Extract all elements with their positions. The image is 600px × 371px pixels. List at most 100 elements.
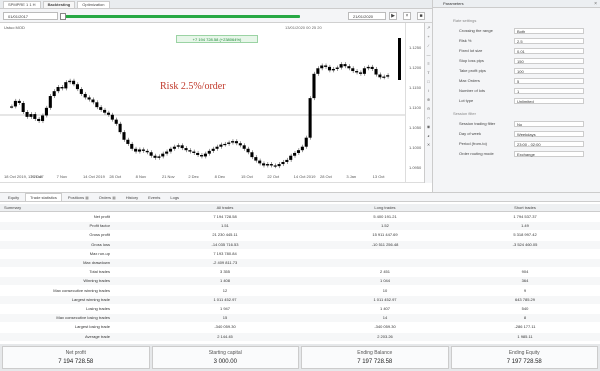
column-header[interactable]: Short trades xyxy=(480,204,570,212)
table-cell: 15 911 447.69 xyxy=(372,232,398,238)
table-row: Winning trades 1 408 1 044 364 xyxy=(0,277,600,286)
table-cell: Largest winning trade xyxy=(71,296,110,302)
summary-card-label: Starting capital xyxy=(208,350,242,356)
tab-backtesting[interactable]: Backtesting xyxy=(42,0,76,8)
table-row: Net profit 7 194 728.58 5 400 191.21 1 794 … xyxy=(0,213,600,221)
candle xyxy=(231,141,235,143)
param-value-field[interactable]: 150 xyxy=(514,58,584,64)
column-header[interactable]: Summary xyxy=(4,204,21,212)
table-row: Max run-up 7 193 780.84 xyxy=(0,249,600,258)
report-tab[interactable]: Equity xyxy=(4,194,23,201)
candle xyxy=(281,161,285,165)
table-cell: 15 xyxy=(222,315,228,321)
end-date-field[interactable]: 21/01/2020 xyxy=(348,12,386,20)
param-label: Day of week xyxy=(459,131,482,136)
time-tick-label: 3 Jan xyxy=(346,174,357,179)
price-tick-label: 1.1000 xyxy=(409,145,422,150)
stop-icon[interactable]: ■ xyxy=(417,12,425,20)
candle xyxy=(161,153,165,157)
report-tab[interactable]: Events xyxy=(144,194,164,201)
candle xyxy=(223,143,227,146)
report-tab[interactable]: Trade statistics xyxy=(25,192,62,202)
trash-icon[interactable]: ✕ xyxy=(425,142,432,149)
report-tab[interactable]: History xyxy=(122,194,142,201)
table-cell: Gross profit xyxy=(89,232,110,238)
close-icon[interactable]: × xyxy=(594,1,597,7)
price-tick-label: 1.1150 xyxy=(409,85,421,90)
crosshair-icon[interactable]: + xyxy=(425,34,432,41)
table-row: Losing trades 1 947 1 407 540 xyxy=(0,305,600,313)
magnet-icon[interactable]: ∩ xyxy=(425,115,432,122)
candle xyxy=(308,98,312,138)
report-tab[interactable]: Positions 0 xyxy=(64,194,93,201)
candle xyxy=(242,145,246,149)
candle xyxy=(293,152,297,156)
close-icon[interactable]: × xyxy=(403,12,411,20)
candle xyxy=(99,107,103,110)
summary-card-label: Net profit xyxy=(65,350,86,356)
measure-tool-icon[interactable]: ↕ xyxy=(425,88,432,95)
candle xyxy=(335,67,339,69)
report-tab[interactable]: Orders 0 xyxy=(95,194,120,201)
param-value-field[interactable]: 23:00 - 02:00 xyxy=(514,141,584,147)
param-value-field[interactable]: 2.5 xyxy=(514,38,584,44)
candle xyxy=(180,145,184,149)
param-value-field[interactable]: 5 xyxy=(514,78,584,84)
candle xyxy=(250,152,254,158)
param-value-field[interactable]: No xyxy=(514,121,584,127)
param-row: Session trading filter No xyxy=(459,120,589,128)
param-value-field[interactable]: Exchange xyxy=(514,151,584,157)
column-header[interactable]: All trades xyxy=(180,204,270,212)
param-value-field[interactable]: Weekdays xyxy=(514,131,584,137)
table-cell: -340 059.30 xyxy=(214,324,236,330)
play-icon[interactable]: ▶ xyxy=(389,12,397,20)
table-cell: 21 230 445.11 xyxy=(212,232,238,238)
price-chart[interactable] xyxy=(0,23,424,183)
candle xyxy=(265,164,269,166)
zoom-out-icon[interactable]: ⊖ xyxy=(425,106,432,113)
text-tool-icon[interactable]: T xyxy=(425,70,432,77)
table-cell: 2 451 xyxy=(379,269,390,275)
param-value-field[interactable]: 0.01 xyxy=(514,48,584,54)
hline-tool-icon[interactable]: — xyxy=(425,52,432,59)
param-value-field[interactable]: Unlimited xyxy=(514,98,584,104)
price-tick-label: 1.1250 xyxy=(409,45,422,50)
param-value-field[interactable]: Both xyxy=(514,28,584,34)
param-value-field[interactable]: 1 xyxy=(514,88,584,94)
candle xyxy=(339,64,343,68)
candle xyxy=(188,150,192,152)
column-header[interactable]: Long trades xyxy=(340,204,430,212)
table-row: Largest winning trade 1 011 452.97 1 011 4… xyxy=(0,295,600,304)
table-cell: 5 318 997.42 xyxy=(513,232,537,238)
period-slider-handle[interactable] xyxy=(60,13,66,20)
param-row: Lot type Unlimited xyxy=(459,97,589,105)
profit-badge: +7 194 728.58 (+238064%) xyxy=(176,35,258,43)
table-cell: 10 xyxy=(382,287,388,293)
candle xyxy=(382,76,386,78)
candle xyxy=(141,149,145,151)
zoom-in-icon[interactable]: ⊕ xyxy=(425,97,432,104)
tab-optimization[interactable]: Optimization xyxy=(77,0,110,8)
param-row: Period (from-to) 23:00 - 02:00 xyxy=(459,140,589,148)
candle xyxy=(10,106,14,108)
candle xyxy=(327,66,332,71)
candle xyxy=(289,155,293,160)
table-cell: -2 409 811.73 xyxy=(212,260,238,265)
candle xyxy=(149,152,153,156)
table-cell: 2 203.26 xyxy=(377,333,393,339)
shape-tool-icon[interactable]: □ xyxy=(425,79,432,86)
lock-icon[interactable]: ◉ xyxy=(425,124,432,131)
line-tool-icon[interactable]: ⁄ xyxy=(425,43,432,50)
eye-icon[interactable]: ◕ xyxy=(425,133,432,140)
report-tab[interactable]: Logs xyxy=(166,194,183,201)
fib-tool-icon[interactable]: ≡ xyxy=(425,61,432,68)
table-cell: 3 355 xyxy=(219,269,230,275)
cursor-icon[interactable]: ↗ xyxy=(425,25,432,32)
tab-symbol[interactable]: SPMPRE 1 1 H xyxy=(3,0,41,8)
param-label: Fixed lot size xyxy=(459,48,483,53)
report-tab-label: Trade statistics xyxy=(30,194,57,200)
report-tabs: Equity Trade statistics Positions 0 Orders 0 H… xyxy=(0,192,600,202)
param-value-field[interactable]: 100 xyxy=(514,68,584,74)
param-label: Risk % xyxy=(459,38,472,43)
start-date-field[interactable]: 01/01/2017 xyxy=(3,12,58,20)
